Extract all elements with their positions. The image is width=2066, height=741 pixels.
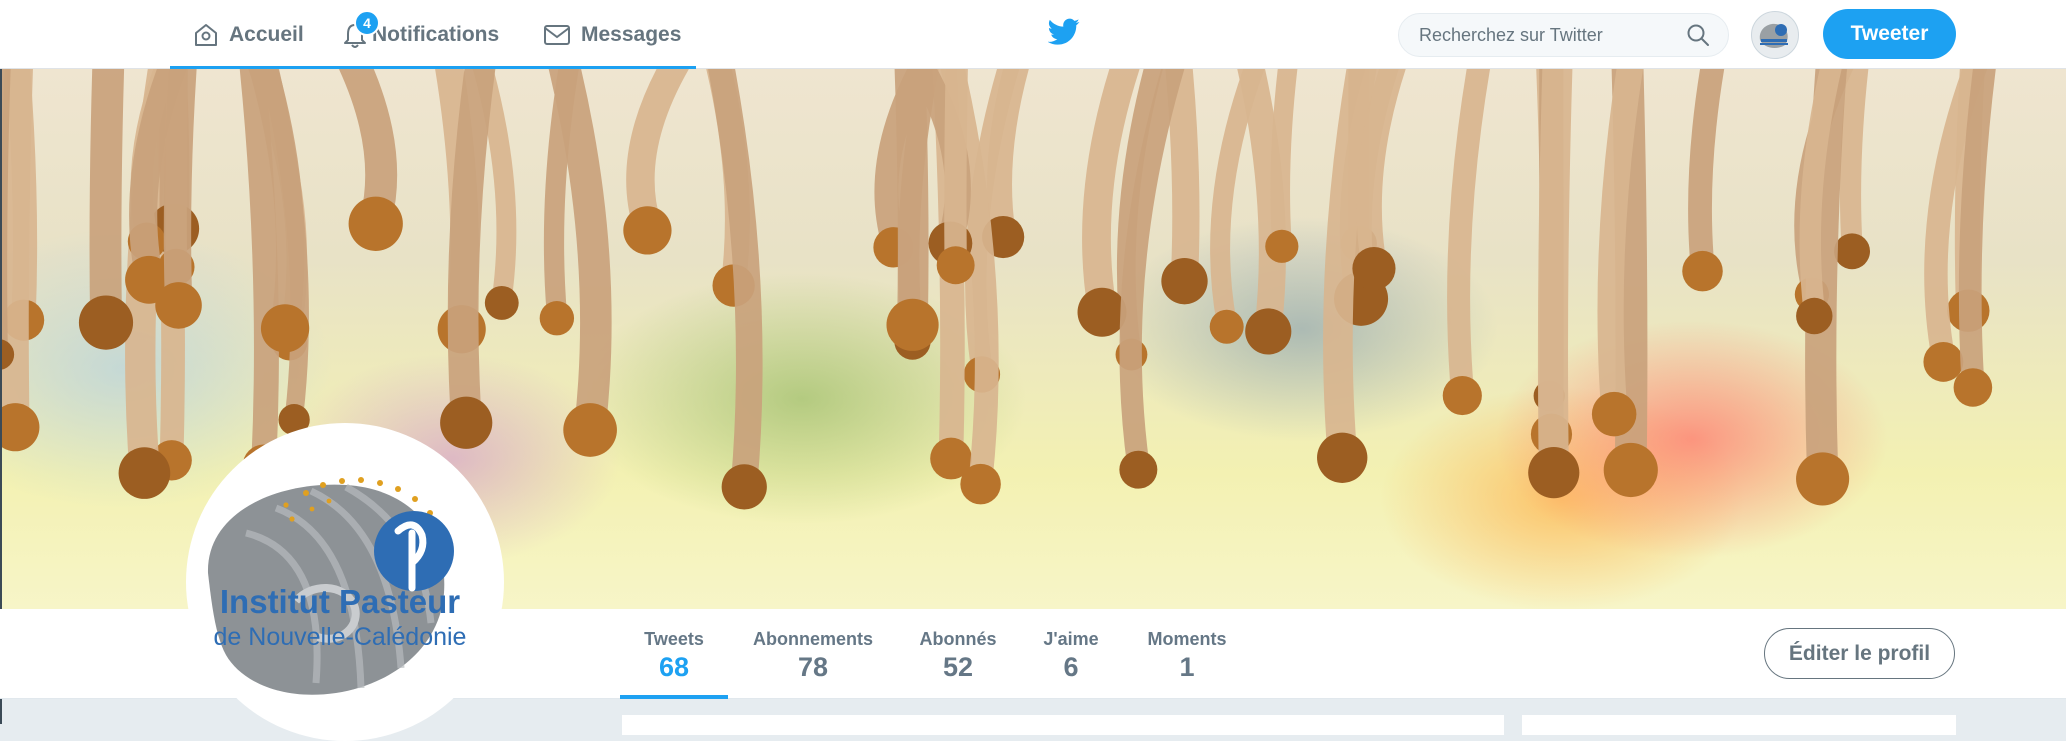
larva-head — [155, 282, 202, 329]
logo-text-line1: Institut Pasteur — [220, 583, 460, 620]
larva-head — [1161, 258, 1207, 304]
stat-following-label: Abonnements — [745, 629, 881, 650]
larva-head — [623, 206, 671, 254]
search-box[interactable] — [1398, 13, 1729, 57]
stat-following[interactable]: Abonnements 78 — [745, 609, 881, 699]
larva-head — [1592, 392, 1637, 437]
stat-followers-label: Abonnés — [911, 629, 1005, 650]
stat-likes-value: 6 — [1035, 652, 1107, 683]
nav-messages[interactable]: Messages — [543, 0, 681, 69]
larva-head — [1443, 376, 1482, 415]
larva-head — [540, 301, 574, 335]
sidebar-card — [1522, 715, 1956, 735]
larva-body — [909, 69, 913, 321]
nav-notifications[interactable]: 4 Notifications — [342, 0, 499, 69]
stat-moments[interactable]: Moments 1 — [1139, 609, 1235, 699]
larva-head — [937, 246, 975, 284]
stat-moments-label: Moments — [1139, 629, 1235, 650]
account-avatar[interactable] — [1751, 11, 1799, 59]
nav-home[interactable]: Accueil — [193, 0, 304, 69]
stat-tweets-value: 68 — [620, 652, 728, 683]
larva-head — [563, 403, 617, 457]
larva-body — [1177, 69, 1186, 277]
institut-pasteur-logo: Institut Pasteur de Nouvelle-Calédonie — [186, 423, 504, 741]
larva-head — [349, 197, 403, 251]
larva-body — [463, 69, 482, 419]
larva-head — [1954, 368, 1993, 407]
larva-head — [1245, 308, 1291, 354]
twitter-bird-icon[interactable] — [1048, 18, 1080, 46]
stat-moments-value: 1 — [1139, 652, 1235, 683]
larva-body — [105, 69, 108, 319]
stat-following-value: 78 — [745, 652, 881, 683]
larva-body — [1000, 69, 1022, 233]
search-input[interactable] — [1417, 24, 1686, 47]
larva-head — [485, 286, 519, 320]
larva-body — [1553, 69, 1558, 469]
home-icon — [193, 22, 219, 48]
larva-head — [1834, 233, 1870, 269]
larva-head — [1119, 451, 1157, 489]
stat-followers-value: 52 — [911, 652, 1005, 683]
larva-head — [1604, 443, 1658, 497]
nav-notifications-label: Notifications — [372, 23, 499, 47]
larva-head — [886, 299, 938, 351]
larva-head — [2, 403, 39, 451]
envelope-icon — [543, 23, 571, 47]
larva-body — [554, 69, 572, 314]
search-icon[interactable] — [1686, 23, 1710, 47]
larva-head — [440, 397, 492, 449]
larva-head — [1528, 447, 1579, 498]
larva-body — [1700, 69, 1716, 267]
larva-head — [1317, 433, 1367, 483]
larva-head — [960, 464, 1000, 504]
tweet-button[interactable]: Tweeter — [1823, 9, 1956, 59]
larva-body — [1459, 69, 1482, 392]
larva-head — [261, 304, 309, 352]
larva-body — [1970, 69, 1987, 383]
logo-text-line2: de Nouvelle-Calédonie — [214, 623, 467, 651]
larva-body — [1851, 69, 1861, 247]
profile-avatar[interactable]: Institut Pasteur de Nouvelle-Calédonie — [186, 423, 504, 741]
stat-tweets[interactable]: Tweets 68 — [620, 609, 728, 699]
nav-messages-label: Messages — [581, 23, 681, 47]
account-avatar-logo — [1752, 12, 1798, 58]
larva-head — [1923, 342, 1963, 382]
nav-home-label: Accueil — [229, 23, 304, 47]
larva-head — [1210, 310, 1244, 344]
larva-head — [79, 296, 133, 350]
stat-tweets-label: Tweets — [620, 629, 728, 650]
larva-head — [1682, 251, 1723, 292]
bell-icon-wrap: 4 — [342, 0, 372, 69]
edit-profile-button[interactable]: Éditer le profil — [1764, 628, 1955, 679]
larva-body — [177, 69, 184, 301]
stat-followers[interactable]: Abonnés 52 — [911, 609, 1005, 699]
larva-body — [15, 69, 20, 423]
larva-head — [1078, 288, 1127, 337]
larva-head — [1352, 247, 1395, 290]
timeline-card — [622, 715, 1504, 735]
top-nav-bar: Accueil 4 Notifications Messages — [0, 0, 2066, 69]
notifications-badge: 4 — [354, 10, 380, 36]
larva-body — [1280, 69, 1290, 242]
larva-head — [1796, 452, 1849, 505]
larva-body — [1369, 69, 1399, 265]
larva-head — [1265, 230, 1298, 263]
larva-head — [1796, 298, 1832, 334]
larva-head — [119, 447, 171, 499]
larva-body — [640, 69, 684, 226]
stat-likes-label: J'aime — [1035, 629, 1107, 650]
larva-head — [722, 464, 767, 509]
larva-body — [955, 69, 957, 261]
stat-likes[interactable]: J'aime 6 — [1035, 609, 1107, 699]
